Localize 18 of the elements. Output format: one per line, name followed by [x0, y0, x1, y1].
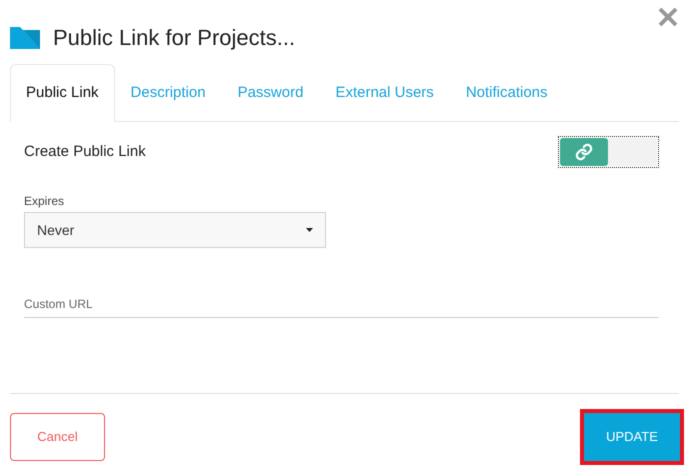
link-icon: [575, 143, 593, 161]
close-icon: [658, 7, 678, 27]
tab[interactable]: Public Link: [10, 64, 115, 122]
expires-label: Expires: [24, 193, 64, 210]
tab[interactable]: Notifications: [450, 64, 564, 122]
cancel-button[interactable]: Cancel: [10, 413, 105, 461]
dropdown-caret-icon: [306, 228, 313, 232]
tab[interactable]: Password: [222, 64, 320, 122]
tab[interactable]: Description: [114, 64, 222, 122]
create-public-link-label: Create Public Link: [24, 142, 146, 162]
expires-select[interactable]: Never: [24, 212, 326, 248]
update-button[interactable]: UPDATE: [584, 413, 680, 461]
folder-icon: [10, 25, 40, 49]
toggle-switch[interactable]: [558, 136, 659, 168]
tab[interactable]: External Users: [319, 64, 450, 122]
dialog-title: Public Link for Projects...: [53, 24, 296, 52]
custom-url-field[interactable]: Custom URL: [24, 290, 659, 318]
close-button[interactable]: [657, 6, 679, 28]
